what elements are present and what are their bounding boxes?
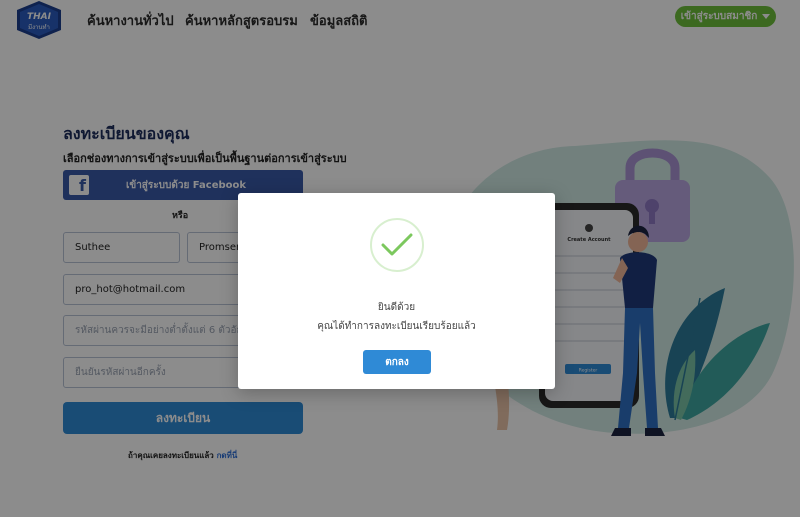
dialog-message: คุณได้ทำการลงทะเบียนเรียบร้อยแล้ว xyxy=(317,321,476,332)
success-check-icon xyxy=(370,218,424,272)
dialog-title: ยินดีด้วย xyxy=(377,302,416,313)
ok-button[interactable]: ตกลง xyxy=(363,350,431,374)
success-dialog: ยินดีด้วย คุณได้ทำการลงทะเบียนเรียบร้อยแ… xyxy=(238,193,555,389)
